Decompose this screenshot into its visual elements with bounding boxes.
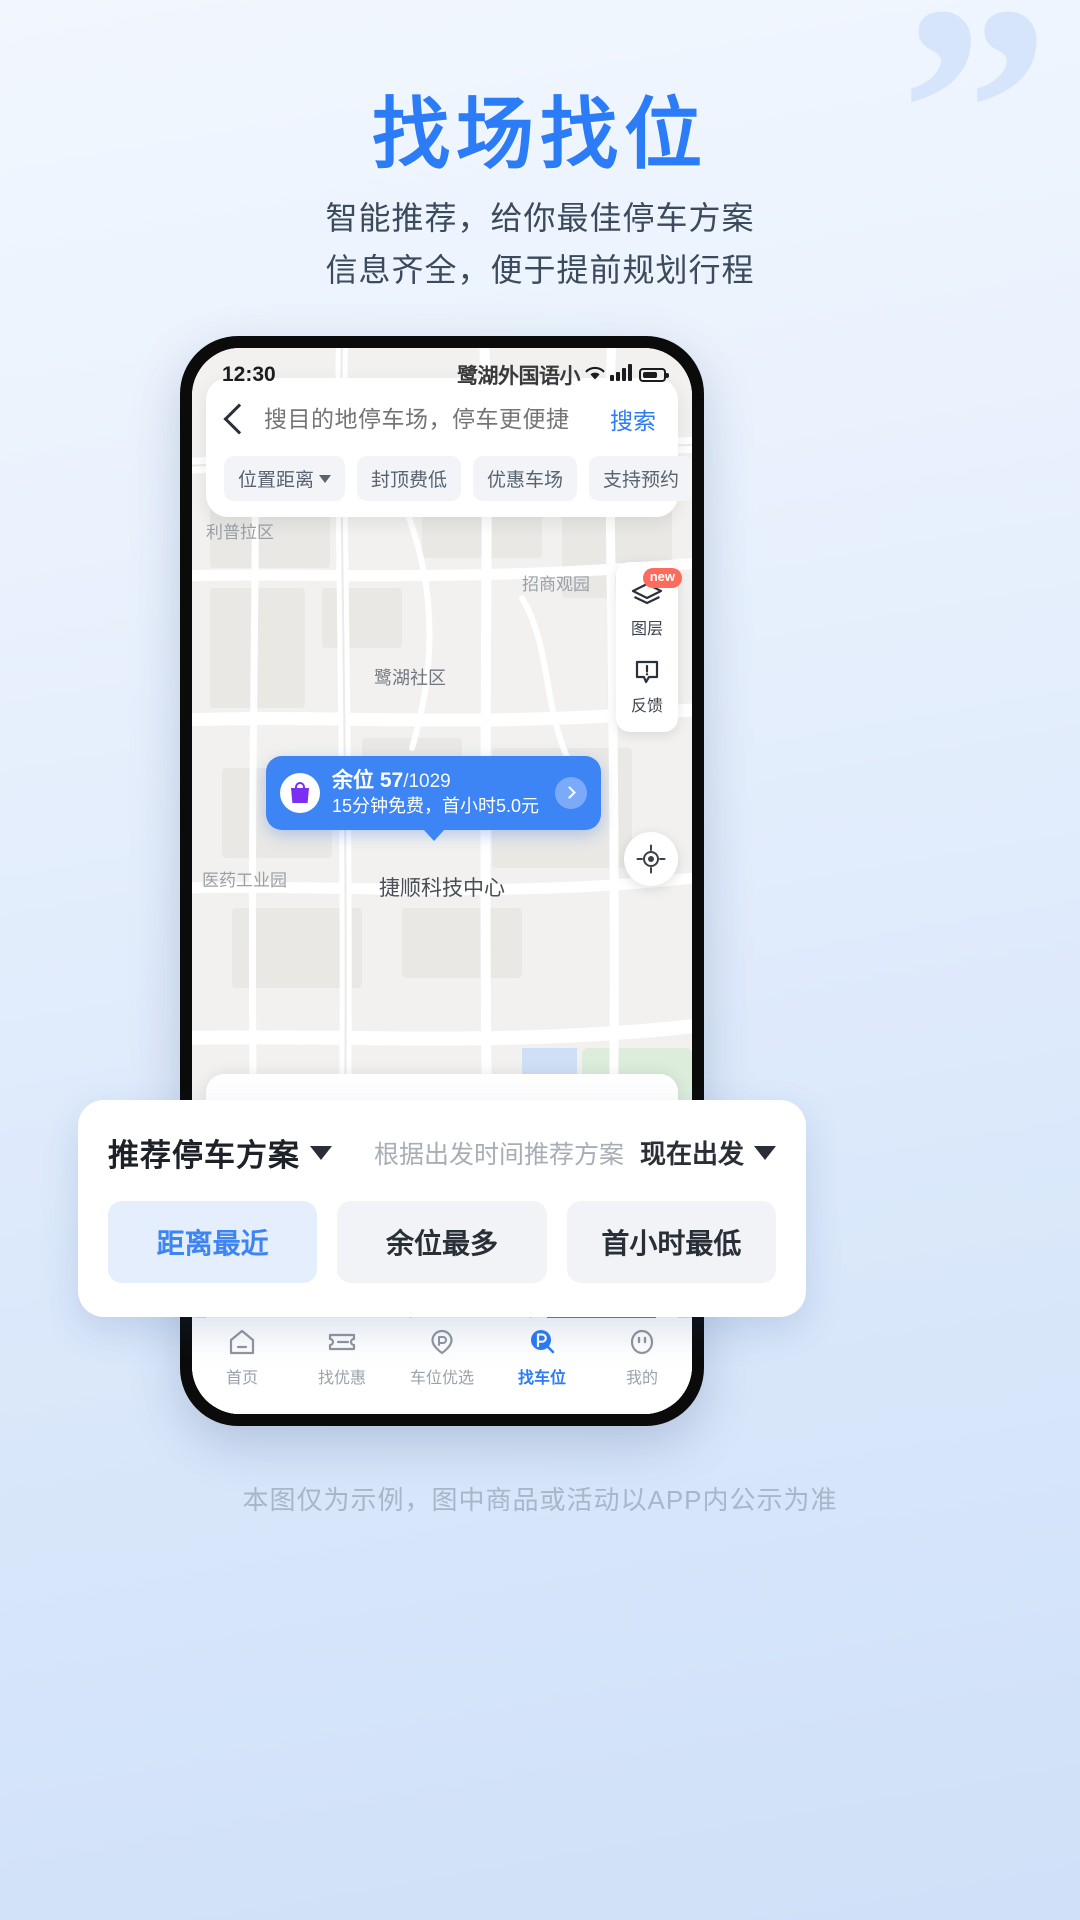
status-right: 鹭湖外国语小 xyxy=(457,360,669,390)
search-input[interactable] xyxy=(264,405,596,433)
ticket-icon xyxy=(328,1333,356,1351)
chip-label: 位置距离 xyxy=(238,470,315,491)
tab-label: 首页 xyxy=(225,1370,258,1387)
chevron-down-icon xyxy=(754,1145,776,1160)
status-bar: 12:30 鹭湖外国语小 xyxy=(192,348,692,402)
status-carrier: 鹭湖外国语小 xyxy=(457,365,581,388)
depart-time-dropdown[interactable]: 现在出发 xyxy=(640,1134,776,1171)
tab-label: 车位优选 xyxy=(409,1370,474,1387)
callout-available-label: 余位 xyxy=(332,769,374,792)
map-tool-layers[interactable]: new 图层 xyxy=(616,568,682,643)
page-subtitle: 智能推荐，给你最佳停车方案 信息齐全，便于提前规划行程 xyxy=(0,192,1080,296)
disclaimer-text: 本图仅为示例，图中商品或活动以APP内公示为准 xyxy=(242,1485,838,1515)
option-most-spots[interactable]: 余位最多 xyxy=(337,1201,547,1283)
option-lowest-first-hour[interactable]: 首小时最低 xyxy=(566,1201,776,1283)
callout-detail: 15分钟免费，首小时5.0元 xyxy=(332,795,540,816)
recommendation-title: 推荐停车方案 xyxy=(108,1138,300,1173)
tab-find-parking[interactable]: 找车位 xyxy=(492,1328,592,1388)
pin-p-icon xyxy=(431,1329,453,1355)
search-button[interactable]: 搜索 xyxy=(610,402,656,436)
filter-chip-cap-fee[interactable]: 封顶费低 xyxy=(357,456,462,501)
map-tool-feedback[interactable]: 反馈 xyxy=(616,653,678,720)
battery-icon xyxy=(639,368,669,382)
filter-chip-discount-lot[interactable]: 优惠车场 xyxy=(473,456,578,501)
map-poi-label: 捷顺科技中心 xyxy=(379,877,505,900)
subtitle-line-1: 智能推荐，给你最佳停车方案 xyxy=(325,200,755,236)
map-tool-label: 图层 xyxy=(630,621,663,638)
chip-label: 封顶费低 xyxy=(371,470,448,491)
status-time: 12:30 xyxy=(222,363,276,386)
filter-chip-position-distance[interactable]: 位置距离 xyxy=(224,456,346,501)
bottom-tab-bar: 首页 找优惠 车位优选 找车位 我的 xyxy=(192,1318,692,1414)
callout-available-count: 57 xyxy=(379,769,404,792)
recommendation-hint: 根据出发时间推荐方案 xyxy=(373,1140,624,1169)
recommendation-panel: 推荐停车方案 根据出发时间推荐方案 现在出发 距离最近 余位最多 首小时最低 xyxy=(78,1100,806,1317)
chip-label: 支持预约 xyxy=(603,470,680,491)
back-chevron-icon[interactable] xyxy=(223,403,255,435)
feedback-icon xyxy=(635,660,659,684)
map-label: 鹭湖社区 xyxy=(374,668,446,688)
profile-icon xyxy=(630,1329,654,1355)
depart-time-label: 现在出发 xyxy=(639,1139,744,1169)
chevron-down-icon xyxy=(319,474,332,483)
map-label: 利普拉区 xyxy=(206,523,274,542)
chip-label: 优惠车场 xyxy=(487,470,564,491)
callout-total-count: /1029 xyxy=(403,771,451,792)
chevron-down-icon xyxy=(310,1145,332,1160)
locate-crosshair-icon xyxy=(636,844,666,874)
recommendation-options: 距离最近 余位最多 首小时最低 xyxy=(108,1201,776,1283)
recommendation-header: 推荐停车方案 根据出发时间推荐方案 现在出发 xyxy=(108,1130,776,1175)
parking-map-callout[interactable]: 余位 57/1029 15分钟免费，首小时5.0元 xyxy=(266,756,602,841)
callout-availability: 余位 57/1029 xyxy=(332,768,539,795)
filter-chip-row: 位置距离 封顶费低 优惠车场 支持预约 xyxy=(206,436,692,503)
tab-home[interactable]: 首页 xyxy=(192,1328,292,1388)
option-nearest[interactable]: 距离最近 xyxy=(108,1201,318,1283)
chevron-right-icon[interactable] xyxy=(555,776,588,809)
tab-preferred-spots[interactable]: 车位优选 xyxy=(392,1328,492,1388)
filter-chip-reservation[interactable]: 支持预约 xyxy=(589,456,692,501)
home-icon xyxy=(229,1329,255,1355)
map-label: 招商观园 xyxy=(522,575,590,594)
recommendation-title-dropdown[interactable]: 推荐停车方案 xyxy=(108,1130,332,1175)
new-badge: new xyxy=(642,568,682,588)
tab-label: 找优惠 xyxy=(317,1370,366,1387)
tab-profile[interactable]: 我的 xyxy=(592,1328,692,1388)
parking-search-icon xyxy=(531,1330,555,1354)
tab-label: 找车位 xyxy=(517,1370,566,1387)
callout-text: 余位 57/1029 15分钟免费，首小时5.0元 xyxy=(332,768,539,818)
map-tool-panel: new 图层 反馈 xyxy=(616,562,682,732)
page-title: 找场找位 xyxy=(371,90,708,178)
subtitle-line-2: 信息齐全，便于提前规划行程 xyxy=(325,252,755,288)
signal-bars-icon xyxy=(610,363,632,387)
tab-label: 我的 xyxy=(625,1370,658,1387)
shop-bag-icon xyxy=(280,772,320,813)
locate-button[interactable] xyxy=(624,832,678,886)
tab-deals[interactable]: 找优惠 xyxy=(292,1328,392,1388)
map-tool-label: 反馈 xyxy=(630,698,663,715)
wifi-icon xyxy=(584,363,606,387)
